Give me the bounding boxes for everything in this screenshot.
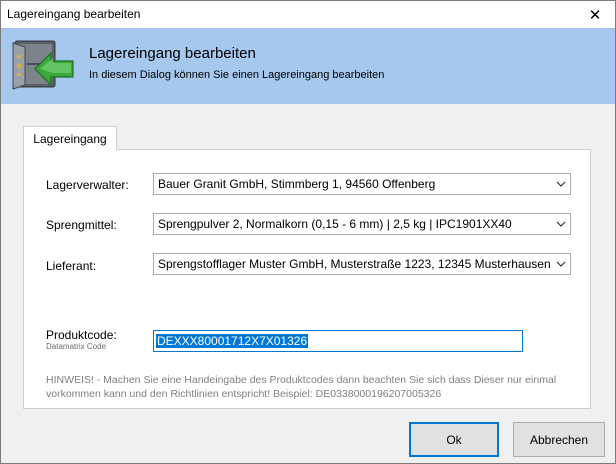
- cancel-button[interactable]: Abbrechen: [513, 422, 605, 457]
- header-subtitle: In diesem Dialog können Sie einen Lagere…: [89, 69, 385, 81]
- safe-with-green-arrow-icon: [12, 40, 74, 90]
- lagerverwalter-value: Bauer Granit GmbH, Stimmberg 1, 94560 Of…: [158, 177, 436, 191]
- ok-button[interactable]: Ok: [409, 422, 499, 457]
- close-button[interactable]: ✕: [575, 1, 615, 28]
- chevron-down-icon[interactable]: [552, 254, 570, 274]
- lagerverwalter-label: Lagerverwalter:: [46, 178, 129, 192]
- chevron-down-icon[interactable]: [552, 174, 570, 194]
- chevron-down-icon[interactable]: [552, 214, 570, 234]
- sprengmittel-label: Sprengmittel:: [46, 218, 117, 232]
- title-bar: Lagereingang bearbeiten ✕: [1, 1, 615, 28]
- close-icon: ✕: [588, 6, 602, 24]
- lieferant-select[interactable]: Sprengstofflager Muster GmbH, Musterstra…: [153, 253, 571, 275]
- produktcode-label: Produktcode:: [46, 328, 117, 342]
- lagerverwalter-select[interactable]: Bauer Granit GmbH, Stimmberg 1, 94560 Of…: [153, 173, 571, 195]
- lieferant-label: Lieferant:: [46, 259, 97, 273]
- produktcode-input[interactable]: DEXXX80001712X7X01326: [153, 330, 523, 352]
- dialog-header: Lagereingang bearbeiten In diesem Dialog…: [1, 28, 615, 104]
- sprengmittel-value: Sprengpulver 2, Normalkorn (0,15 - 6 mm)…: [158, 217, 512, 231]
- tab-lagereingang[interactable]: Lagereingang: [23, 126, 117, 150]
- dialog-window: Lagereingang bearbeiten ✕ Lagereingang b…: [0, 0, 616, 464]
- sprengmittel-select[interactable]: Sprengpulver 2, Normalkorn (0,15 - 6 mm)…: [153, 213, 571, 235]
- lieferant-value: Sprengstofflager Muster GmbH, Musterstra…: [158, 257, 551, 271]
- hint-text: HINWEIS! - Machen Sie eine Handeingabe d…: [46, 374, 557, 400]
- produktcode-value: DEXXX80001712X7X01326: [156, 334, 309, 348]
- produktcode-sublabel: Datamatrix Code: [46, 342, 107, 351]
- window-title: Lagereingang bearbeiten: [7, 7, 141, 21]
- header-title: Lagereingang bearbeiten: [89, 45, 256, 62]
